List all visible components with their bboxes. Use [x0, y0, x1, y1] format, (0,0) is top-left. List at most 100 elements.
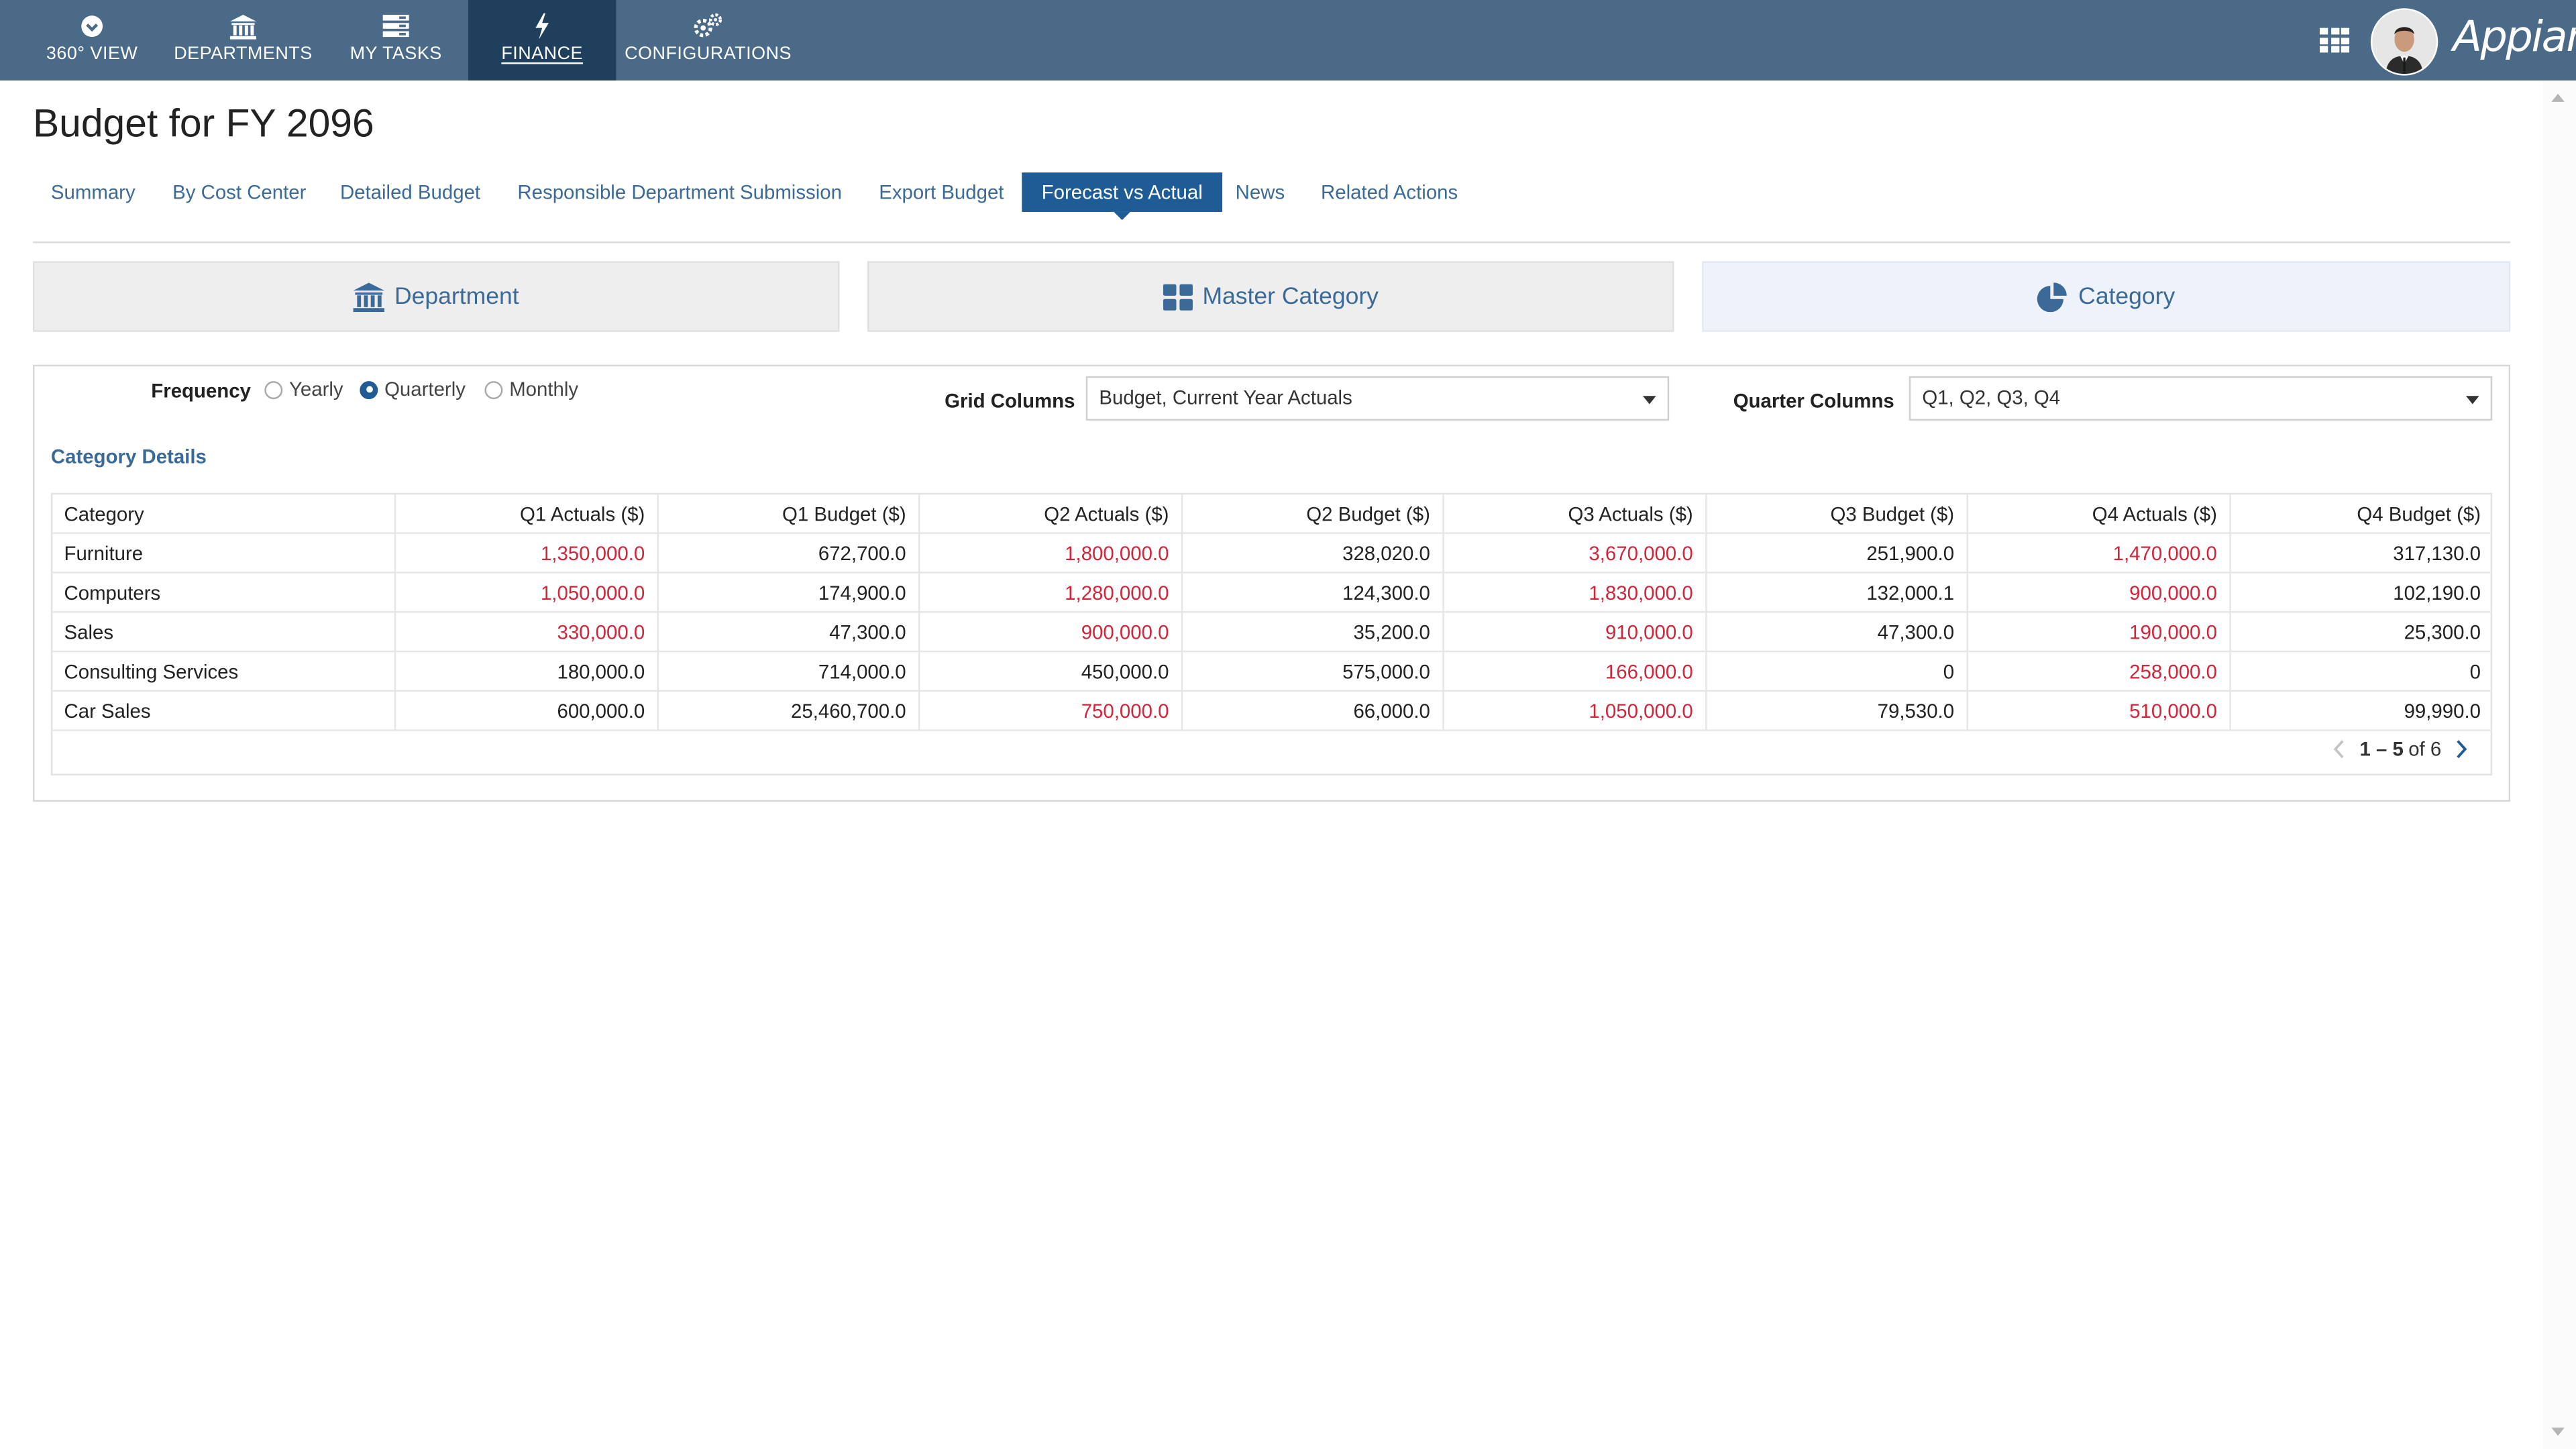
data-table: Category Q1 Actuals ($) Q1 Budget ($) Q2…: [52, 494, 2493, 731]
table-row: Furniture 1,350,000.0 672,700.0 1,800,00…: [52, 533, 2493, 574]
tab-export-budget[interactable]: Export Budget: [879, 172, 1004, 212]
column-header[interactable]: Q1 Budget ($): [657, 494, 920, 534]
table-cell: 99,990.0: [2229, 690, 2493, 731]
table-cell: 166,000.0: [1442, 651, 1707, 692]
apps-grid-icon[interactable]: [2319, 28, 2350, 54]
column-header[interactable]: Q1 Actuals ($): [394, 494, 658, 534]
table-cell: 66,000.0: [1181, 690, 1444, 731]
tasks-icon: [382, 11, 409, 41]
tab-forecast-vs-actual[interactable]: Forecast vs Actual: [1022, 172, 1223, 221]
section-title: Category Details: [50, 445, 207, 468]
radio-circle-icon: [484, 380, 503, 398]
table-cell: Consulting Services: [52, 651, 395, 692]
nav-label: DEPARTMENTS: [174, 44, 313, 64]
vertical-scrollbar[interactable]: [2543, 80, 2576, 1449]
table-cell: 47,300.0: [657, 612, 920, 653]
nav-my-tasks[interactable]: MY TASKS: [345, 0, 447, 80]
table-row: Computers 1,050,000.0 174,900.0 1,280,00…: [52, 572, 2493, 613]
table-cell: 330,000.0: [394, 612, 658, 653]
table-cell: 251,900.0: [1705, 533, 1968, 574]
gears-icon: [693, 11, 722, 41]
app-frame: 360° VIEW DEPARTMENTS MY TASKS FINANCE C…: [0, 0, 2576, 1449]
tab-detailed-budget[interactable]: Detailed Budget: [340, 172, 480, 212]
column-header[interactable]: Q2 Actuals ($): [918, 494, 1183, 534]
radio-circle-icon: [264, 380, 283, 398]
category-details-grid: Category Q1 Actuals ($) Q1 Budget ($) Q2…: [50, 492, 2493, 775]
table-cell: 258,000.0: [1966, 651, 2231, 692]
tab-related-actions[interactable]: Related Actions: [1321, 172, 1458, 212]
radio-circle-icon: [360, 380, 378, 398]
page-range: 1 – 5: [2359, 737, 2404, 761]
table-cell: 35,200.0: [1181, 612, 1444, 653]
column-header[interactable]: Q2 Budget ($): [1181, 494, 1444, 534]
quarter-columns-select[interactable]: Q1, Q2, Q3, Q4: [1909, 376, 2493, 421]
tab-news[interactable]: News: [1236, 172, 1285, 212]
nav-label: CONFIGURATIONS: [625, 44, 792, 64]
nav-departments[interactable]: DEPARTMENTS: [174, 0, 313, 80]
bank-icon: [229, 11, 257, 41]
master-category-card[interactable]: Master Category: [867, 261, 1674, 332]
table-cell: 1,830,000.0: [1442, 572, 1707, 613]
card-label: Category: [2078, 283, 2176, 310]
table-row: Consulting Services 180,000.0 714,000.0 …: [52, 651, 2493, 692]
department-card[interactable]: Department: [32, 261, 840, 332]
radio-label: Yearly: [289, 378, 343, 401]
table-cell: 25,300.0: [2229, 612, 2493, 653]
bolt-icon: [534, 11, 550, 41]
radio-yearly[interactable]: Yearly: [264, 378, 343, 401]
pie-chart-icon: [2037, 282, 2069, 312]
tab-by-cost-center[interactable]: By Cost Center: [172, 172, 306, 212]
tab-responsible-department-submission[interactable]: Responsible Department Submission: [517, 172, 842, 212]
column-header[interactable]: Q3 Actuals ($): [1442, 494, 1707, 534]
grid-columns-select[interactable]: Budget, Current Year Actuals: [1085, 376, 1670, 421]
radio-monthly[interactable]: Monthly: [484, 378, 578, 401]
table-cell: 47,300.0: [1705, 612, 1968, 653]
card-label: Master Category: [1202, 283, 1379, 310]
table-cell: 1,050,000.0: [1442, 690, 1707, 731]
table-cell: 328,020.0: [1181, 533, 1444, 574]
nav-configurations[interactable]: CONFIGURATIONS: [625, 0, 791, 80]
table-cell: 600,000.0: [394, 690, 658, 731]
category-card[interactable]: Category: [1702, 261, 2511, 332]
nav-finance[interactable]: FINANCE: [468, 0, 616, 81]
table-cell: 124,300.0: [1181, 572, 1444, 613]
table-cell: 25,460,700.0: [657, 690, 920, 731]
user-avatar[interactable]: [2370, 8, 2438, 76]
chevron-left-icon[interactable]: [2333, 739, 2347, 759]
table-cell: 714,000.0: [657, 651, 920, 692]
table-cell: Computers: [52, 572, 395, 613]
table-cell: 1,050,000.0: [394, 572, 658, 613]
tab-summary[interactable]: Summary: [51, 172, 136, 212]
quarter-columns-label: Quarter Columns: [1733, 389, 1894, 413]
scroll-down-arrow-icon[interactable]: [2551, 1428, 2565, 1436]
table-cell: 672,700.0: [657, 533, 920, 574]
column-header[interactable]: Q3 Budget ($): [1705, 494, 1968, 534]
column-header[interactable]: Q4 Budget ($): [2229, 494, 2493, 534]
column-header[interactable]: Q4 Actuals ($): [1966, 494, 2231, 534]
quarter-columns-value: Q1, Q2, Q3, Q4: [1922, 386, 2061, 409]
nav-label: MY TASKS: [350, 44, 442, 64]
table-cell: 174,900.0: [657, 572, 920, 613]
th-large-icon: [1163, 283, 1193, 310]
table-cell: Sales: [52, 612, 395, 653]
radio-label: Quarterly: [384, 378, 466, 401]
scroll-up-arrow-icon[interactable]: [2551, 93, 2565, 102]
table-cell: 0: [1705, 651, 1968, 692]
table-cell: 1,800,000.0: [918, 533, 1183, 574]
table-cell: 450,000.0: [918, 651, 1183, 692]
table-cell: 190,000.0: [1966, 612, 2231, 653]
table-cell: 1,350,000.0: [394, 533, 658, 574]
table-cell: 900,000.0: [1966, 572, 2231, 613]
table-cell: 0: [2229, 651, 2493, 692]
page-total: of 6: [2408, 737, 2442, 761]
nav-label: FINANCE: [501, 44, 584, 64]
table-cell: Car Sales: [52, 690, 395, 731]
table-cell: Furniture: [52, 533, 395, 574]
tab-bar: Summary By Cost Center Detailed Budget R…: [33, 172, 2510, 221]
table-cell: 180,000.0: [394, 651, 658, 692]
column-header[interactable]: Category: [52, 494, 395, 534]
table-cell: 910,000.0: [1442, 612, 1707, 653]
nav-360-view[interactable]: 360° VIEW: [36, 0, 148, 80]
radio-quarterly[interactable]: Quarterly: [360, 378, 466, 401]
chevron-right-icon[interactable]: [2455, 739, 2468, 759]
